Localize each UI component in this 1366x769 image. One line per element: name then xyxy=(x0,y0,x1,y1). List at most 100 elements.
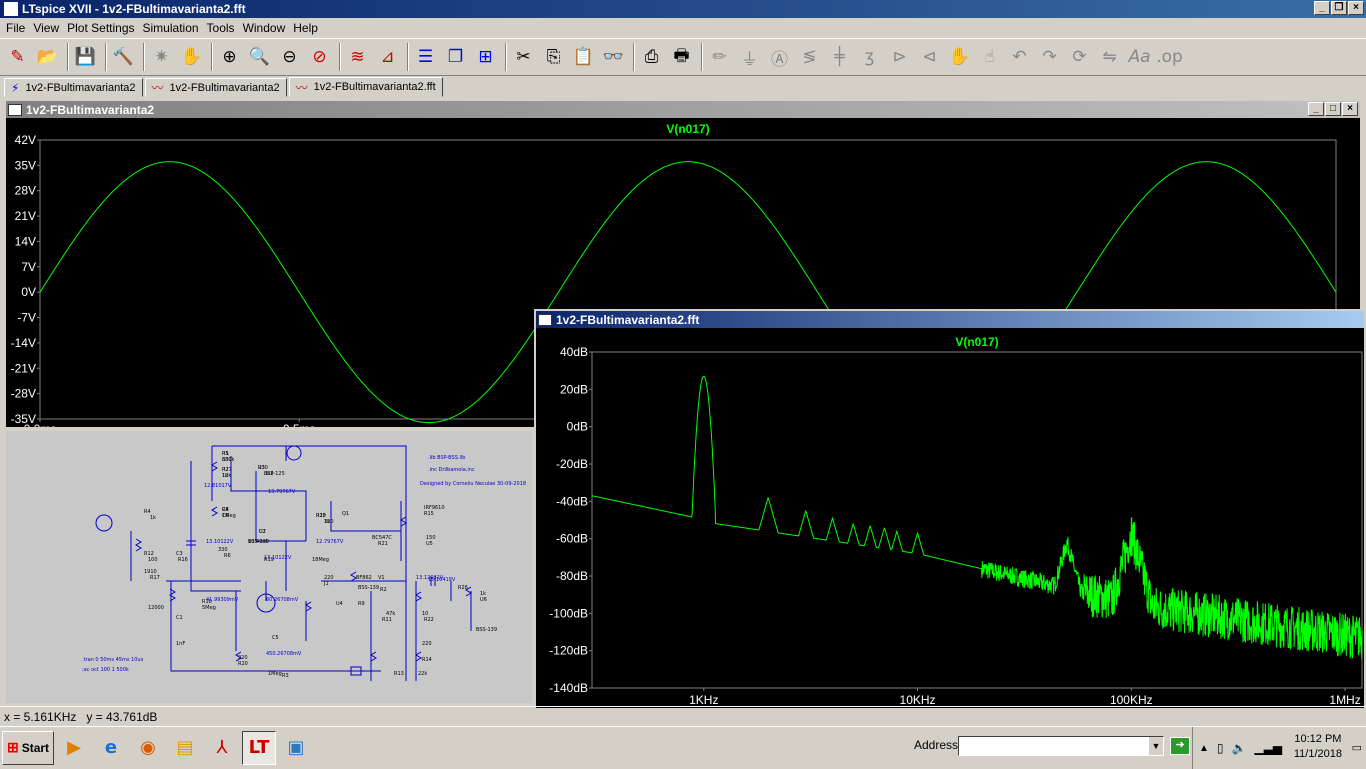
clock[interactable]: 10:12 PM 11/1/2018 xyxy=(1294,732,1342,762)
tab-waveform[interactable]: 〰 1v2-FBultimavarianta2 xyxy=(144,78,287,97)
taskbar: ⊞ Start ▶ e ◉ ▤ ⅄ LT ▣ Address ▼ ➔ ▲ ▯ 🔈… xyxy=(0,726,1366,769)
fft-y-tick-label: -100dB xyxy=(549,606,588,620)
fft-plot-frame xyxy=(591,351,1363,689)
redo-icon[interactable]: ↷ xyxy=(1036,42,1063,72)
go-icon[interactable]: ➔ xyxy=(1170,737,1190,755)
zoom-back-icon[interactable]: ⊖ xyxy=(276,42,303,72)
paste-icon[interactable]: 📋 xyxy=(570,42,597,72)
rotate-icon[interactable]: ⟳ xyxy=(1066,42,1093,72)
menu-window[interactable]: Window xyxy=(239,21,290,35)
fft-chart[interactable]: V(n017) 40dB 20dB 0dB -20dB -40dB -60dB -80dB -1… xyxy=(536,328,1364,708)
start-button[interactable]: ⊞ Start xyxy=(2,730,54,765)
text-icon[interactable]: Aa xyxy=(1126,42,1153,72)
ground-icon[interactable]: ⏚ xyxy=(736,42,763,72)
schematic-canvas[interactable]: .lib BSP-BSS.lib .inc Drilbamola.inc Des… xyxy=(6,431,532,703)
waveform-window-caption[interactable]: 1v2-FBultimavarianta2 _ □ × xyxy=(6,101,1360,118)
schematic-lib-directive: .lib BSP-BSS.lib xyxy=(428,455,465,461)
save-icon[interactable]: 💾 xyxy=(72,42,99,72)
drag-icon[interactable]: ☝ xyxy=(976,42,1003,72)
windows-logo-icon: ⊞ xyxy=(6,739,19,755)
zoom-out-icon[interactable]: 🔍 xyxy=(246,42,273,72)
network-icon[interactable]: ▁▃▅ xyxy=(1254,741,1282,755)
label-icon[interactable]: Ⓐ xyxy=(766,42,793,72)
zoom-in-icon[interactable]: ⊕ xyxy=(216,42,243,72)
find-icon[interactable]: 👓 xyxy=(600,42,627,72)
menu-simulation[interactable]: Simulation xyxy=(139,21,203,35)
menu-tools[interactable]: Tools xyxy=(203,21,239,35)
notifications-icon[interactable]: ▭ xyxy=(1352,741,1362,754)
restore-button[interactable]: ❐ xyxy=(1331,1,1347,15)
undo-icon[interactable]: ↶ xyxy=(1006,42,1033,72)
fft-x-tick-label: 10KHz xyxy=(900,693,936,707)
zoom-cancel-icon[interactable]: ⊘ xyxy=(306,42,333,72)
menu-plot-settings[interactable]: Plot Settings xyxy=(63,21,138,35)
schematic-component-label: U6 xyxy=(480,597,487,603)
chevron-up-icon[interactable]: ▲ xyxy=(1199,743,1209,754)
autorange-icon[interactable]: ≋ xyxy=(344,42,371,72)
schematic-component-label: R20 xyxy=(238,661,248,667)
schematic-tran-directive: .tran 0 50ms 45ms 10us xyxy=(82,657,144,663)
minimize-button[interactable]: _ xyxy=(1314,1,1330,15)
schematic-component-label: 1Meg xyxy=(268,671,282,677)
tab-fft[interactable]: 〰 1v2-FBultimavarianta2.fft xyxy=(288,77,443,97)
schematic-component-label: 12000 xyxy=(148,605,164,611)
document-tabs: ⚡ 1v2-FBultimavarianta2 〰 1v2-FBultimava… xyxy=(0,77,1366,98)
fft-window[interactable]: 1v2-FBultimavarianta2.fft V(n017) 40dB 20d… xyxy=(534,309,1366,708)
fft-y-tick-label: -40dB xyxy=(556,494,588,508)
volume-icon[interactable]: 🔈 xyxy=(1232,741,1247,755)
schematic-component-label: 330 xyxy=(222,457,232,463)
devices-icon[interactable]: ▯ xyxy=(1217,741,1224,755)
waveform-minimize-button[interactable]: _ xyxy=(1308,102,1324,116)
resistor-icon[interactable]: ≶ xyxy=(796,42,823,72)
pdf-reader-icon[interactable]: ⅄ xyxy=(205,731,239,765)
file-explorer-icon[interactable]: ▤ xyxy=(168,731,202,765)
address-input[interactable]: ▼ xyxy=(958,736,1164,756)
open-icon[interactable]: 📂 xyxy=(34,42,61,72)
ltspice-taskbar-icon[interactable]: LT xyxy=(242,730,276,765)
image-viewer-icon[interactable]: ▣ xyxy=(279,731,313,765)
print-preview-icon[interactable]: ⎙ xyxy=(638,42,665,72)
schematic-drawing[interactable]: .lib BSP-BSS.lib .inc Drilbamola.inc Des… xyxy=(6,431,532,703)
control-panel-icon[interactable]: 🔨 xyxy=(110,42,137,72)
schematic-component-label: R9 xyxy=(358,601,365,607)
cascade-icon[interactable]: ❐ xyxy=(442,42,469,72)
tile-vertical-icon[interactable]: ⊞ xyxy=(472,42,499,72)
close-button[interactable]: × xyxy=(1348,1,1364,15)
print-icon[interactable]: 🖶 xyxy=(668,42,695,72)
chevron-down-icon[interactable]: ▼ xyxy=(1149,737,1163,755)
schematic-component-label: U5 xyxy=(426,541,433,547)
inductor-icon[interactable]: ʒ xyxy=(856,42,883,72)
tile-horizontal-icon[interactable]: ☰ xyxy=(412,42,439,72)
status-bar: x = 5.161KHz y = 43.761dB xyxy=(0,706,1366,726)
waveform-close-button[interactable]: × xyxy=(1342,102,1358,116)
tab-schematic[interactable]: ⚡ 1v2-FBultimavarianta2 xyxy=(4,78,143,97)
run-icon[interactable]: ✷ xyxy=(148,42,175,72)
wire-icon[interactable]: ✏ xyxy=(706,42,733,72)
cursor-y-readout: y = 43.761dB xyxy=(86,709,158,724)
menu-view[interactable]: View xyxy=(29,21,63,35)
firefox-icon[interactable]: ◉ xyxy=(131,731,165,765)
media-player-icon[interactable]: ▶ xyxy=(57,731,91,765)
component-icon[interactable]: ⊲ xyxy=(916,42,943,72)
menu-file[interactable]: File xyxy=(2,21,29,35)
schematic-component-label: U4 xyxy=(336,601,343,607)
waveform-maximize-button[interactable]: □ xyxy=(1325,102,1341,116)
internet-explorer-icon[interactable]: e xyxy=(94,731,128,765)
cut-icon[interactable]: ✂ xyxy=(510,42,537,72)
halt-icon[interactable]: ✋ xyxy=(178,42,205,72)
schematic-node-voltage: 13.10122V xyxy=(264,555,292,561)
spice-directive-icon[interactable]: .op xyxy=(1156,42,1183,72)
diode-icon[interactable]: ⊳ xyxy=(886,42,913,72)
copy-icon[interactable]: ⎘ xyxy=(540,42,567,72)
menu-help[interactable]: Help xyxy=(289,21,322,35)
capacitor-icon[interactable]: ╪ xyxy=(826,42,853,72)
move-icon[interactable]: ✋ xyxy=(946,42,973,72)
fft-plot[interactable]: V(n017) 40dB 20dB 0dB -20dB -40dB -60dB -80dB -1… xyxy=(536,328,1364,708)
schematic-window[interactable]: .lib BSP-BSS.lib .inc Drilbamola.inc Des… xyxy=(4,429,534,705)
waveform-y-tick-label: 28V xyxy=(15,184,36,198)
view-fft-icon[interactable]: ⊿ xyxy=(374,42,401,72)
new-schematic-icon[interactable]: ✎ xyxy=(4,42,31,72)
schematic-component-label: 18Meg xyxy=(312,557,329,563)
fft-window-caption[interactable]: 1v2-FBultimavarianta2.fft xyxy=(536,311,1364,328)
mirror-icon[interactable]: ⇋ xyxy=(1096,42,1123,72)
